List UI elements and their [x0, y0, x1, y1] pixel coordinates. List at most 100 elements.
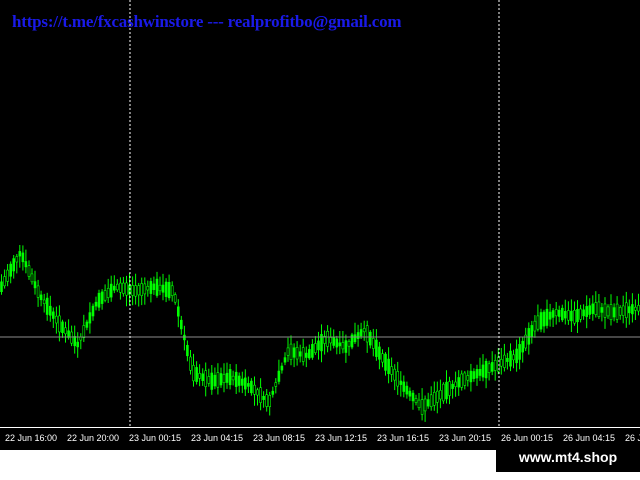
candle-body: [554, 309, 558, 317]
candle-body: [402, 381, 406, 392]
candle-body: [192, 365, 195, 382]
candle-body: [116, 283, 119, 291]
candle-body: [109, 283, 113, 298]
candle-body: [149, 281, 153, 294]
candle-body: [24, 261, 28, 268]
candle-body: [353, 334, 357, 343]
candle-body: [551, 310, 555, 318]
candle-body: [274, 382, 278, 387]
candle-body: [344, 340, 348, 353]
candle-body: [250, 380, 253, 394]
candle-body: [70, 331, 73, 344]
candle-body: [381, 353, 384, 363]
candle-body: [557, 309, 561, 317]
candle-body: [637, 305, 640, 312]
candle-body: [195, 367, 198, 382]
candle-body: [512, 354, 515, 361]
candle-body: [469, 370, 473, 383]
candle-body: [0, 281, 3, 292]
candle-body: [463, 372, 467, 386]
candlestick-chart[interactable]: [0, 0, 640, 428]
candle-body: [621, 305, 625, 316]
candle-body: [527, 328, 531, 345]
candle-body: [314, 343, 317, 353]
candle-body: [365, 325, 369, 343]
candle-body: [563, 310, 567, 319]
candle-body: [341, 342, 345, 350]
candle-body: [100, 291, 104, 304]
candle-body: [484, 360, 488, 379]
chart-window[interactable]: https://t.me/fxcashwinstore --- realprof…: [0, 0, 640, 480]
candle-body: [533, 320, 537, 332]
candle-body: [405, 385, 409, 395]
candle-body: [338, 342, 342, 347]
candle-body: [384, 353, 387, 371]
candle-body: [61, 321, 64, 333]
candle-body: [411, 392, 415, 402]
candle-body: [164, 281, 168, 297]
candle-body: [67, 330, 70, 338]
candle-body: [460, 373, 464, 388]
time-tick-label: 23 Jun 20:15: [439, 433, 492, 443]
candle-body: [493, 360, 497, 371]
candle-body: [201, 373, 204, 381]
candle-body: [609, 304, 613, 320]
candle-body: [362, 328, 366, 333]
candle-body: [253, 384, 256, 395]
candle-body: [3, 276, 6, 287]
candle-body: [536, 315, 540, 330]
candle-body: [234, 371, 238, 387]
candle-body: [304, 352, 308, 358]
candle-body: [64, 327, 67, 335]
candle-body: [73, 336, 76, 347]
candle-body: [231, 375, 235, 381]
candle-body: [237, 375, 241, 386]
candle-body: [466, 375, 470, 381]
candle-body: [119, 282, 122, 293]
candle-body: [170, 285, 174, 296]
candle-body: [271, 390, 275, 395]
candle-body: [177, 306, 180, 317]
candle-body: [371, 338, 375, 349]
candle-body: [445, 381, 448, 400]
candle-body: [390, 366, 393, 375]
candle-body: [134, 285, 137, 297]
candle-body: [48, 305, 52, 316]
candle-body: [186, 344, 189, 357]
candle-body: [6, 269, 9, 282]
candle-body: [301, 347, 305, 362]
candle-body: [414, 398, 418, 403]
candle-body: [442, 383, 445, 402]
candle-body: [18, 251, 22, 257]
candle-body: [55, 315, 58, 324]
candle-body: [603, 303, 607, 318]
candle-body: [591, 303, 595, 314]
candle-body: [143, 283, 147, 295]
candle-body: [198, 373, 201, 379]
candle-body: [396, 371, 400, 387]
candle-body: [439, 390, 442, 400]
candle-body: [451, 383, 454, 389]
candle-body: [137, 285, 140, 296]
candle-body: [521, 340, 525, 353]
candle-body: [42, 299, 46, 305]
candle-body: [475, 369, 479, 379]
candle-body: [76, 341, 79, 348]
candle-body: [222, 374, 226, 383]
candle-body: [631, 304, 634, 315]
candle-body: [612, 307, 616, 318]
candle-body: [97, 292, 101, 308]
candle-body: [33, 281, 37, 289]
candle-body: [219, 373, 223, 386]
candle-body: [539, 312, 543, 330]
candle-body: [30, 273, 34, 283]
candle-body: [509, 350, 512, 367]
candle-body: [329, 337, 333, 344]
candle-body: [600, 307, 604, 313]
candle-body: [618, 306, 622, 316]
candle-body: [573, 309, 576, 324]
candle-body: [634, 306, 637, 311]
candle-body: [347, 340, 351, 347]
candle-body: [259, 387, 262, 403]
candle-body: [210, 372, 214, 390]
